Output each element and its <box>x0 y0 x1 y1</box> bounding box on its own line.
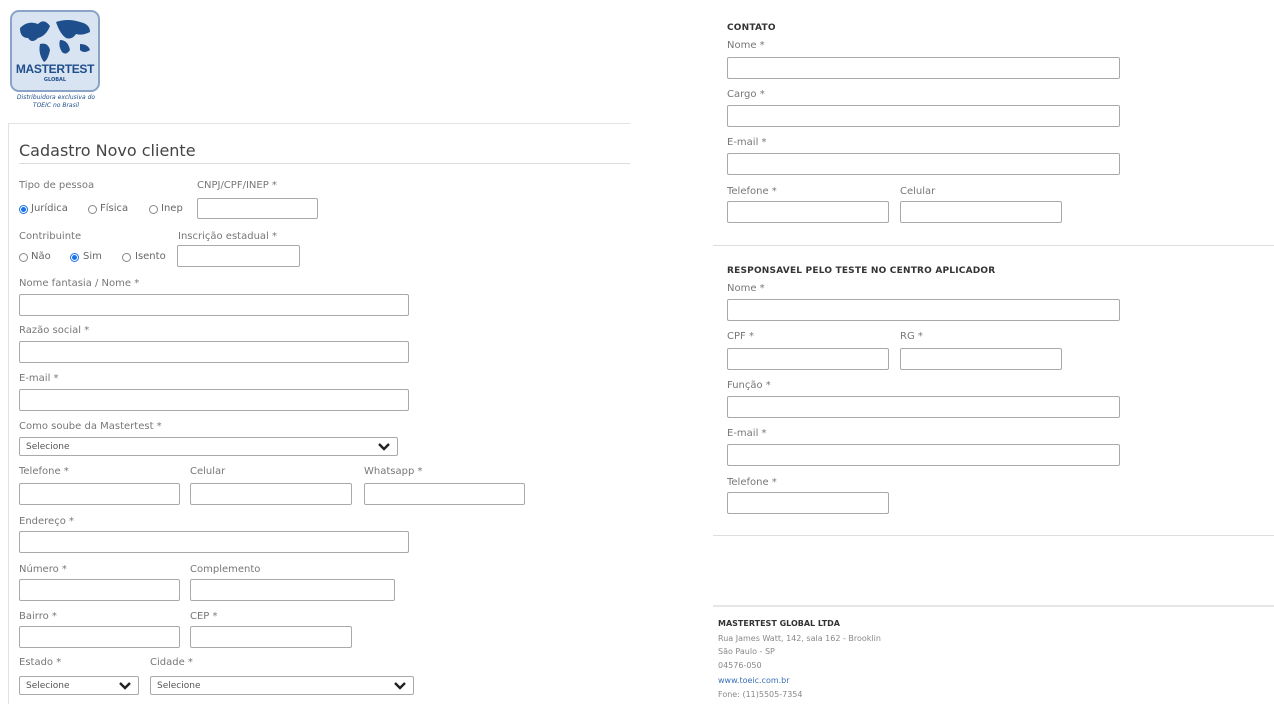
responsavel-nome-input[interactable] <box>727 299 1120 321</box>
estado-label: Estado * <box>19 657 62 668</box>
responsavel-telefone-label: Telefone * <box>727 477 777 488</box>
celular-label: Celular <box>190 466 226 477</box>
cidade-value: Selecione <box>157 681 201 691</box>
whatsapp-input[interactable] <box>364 483 525 505</box>
logo-caption-2: TOEIC no Brasil <box>32 102 80 109</box>
como-soube-select[interactable]: Selecione <box>19 437 398 456</box>
cidade-label: Cidade * <box>150 657 193 668</box>
cpf-label: CPF * <box>727 331 754 342</box>
radio-fisica-label[interactable]: Física <box>100 203 128 214</box>
responsavel-nome-label: Nome * <box>727 283 765 294</box>
logo-brand: MASTERTEST <box>15 62 95 76</box>
responsavel-email-input[interactable] <box>727 444 1120 466</box>
numero-label: Número * <box>19 564 67 575</box>
contato-cargo-label: Cargo * <box>727 89 765 100</box>
como-soube-value: Selecione <box>26 442 70 452</box>
title-divider <box>19 163 630 164</box>
chevron-down-icon <box>378 443 390 451</box>
endereco-input[interactable] <box>19 531 409 553</box>
contato-cargo-input[interactable] <box>727 105 1120 127</box>
contato-nome-input[interactable] <box>727 57 1120 79</box>
rg-label: RG * <box>900 331 923 342</box>
celular-input[interactable] <box>190 483 352 505</box>
section-divider <box>713 535 1274 536</box>
radio-juridica-label[interactable]: Jurídica <box>31 203 68 214</box>
footer-website-link[interactable]: www.toeic.com.br <box>718 676 790 685</box>
footer-zip: 04576-050 <box>718 661 762 670</box>
left-panel-top-border <box>8 123 630 124</box>
bairro-label: Bairro * <box>19 611 57 622</box>
razao-social-input[interactable] <box>19 341 409 363</box>
como-soube-label: Como soube da Mastertest * <box>19 421 162 432</box>
funcao-input[interactable] <box>727 396 1120 418</box>
cidade-select[interactable]: Selecione <box>150 676 414 695</box>
radio-isento[interactable] <box>122 253 131 262</box>
footer-address: Rua James Watt, 142, sala 162 - Brooklin <box>718 634 881 643</box>
contato-celular-input[interactable] <box>900 201 1062 223</box>
radio-inep[interactable] <box>149 205 158 214</box>
contato-heading: CONTATO <box>727 23 776 33</box>
estado-select[interactable]: Selecione <box>19 676 139 695</box>
footer-top-border <box>713 605 1274 607</box>
nome-fantasia-label: Nome fantasia / Nome * <box>19 278 140 289</box>
email-label: E-mail * <box>19 373 59 384</box>
company-logo: MASTERTEST GLOBAL <box>10 10 100 92</box>
contato-telefone-input[interactable] <box>727 201 889 223</box>
contato-email-input[interactable] <box>727 153 1120 175</box>
numero-input[interactable] <box>19 579 180 601</box>
responsavel-heading: RESPONSAVEL PELO TESTE NO CENTRO APLICAD… <box>727 266 996 276</box>
contato-telefone-label: Telefone * <box>727 186 777 197</box>
footer-company: MASTERTEST GLOBAL LTDA <box>718 619 840 628</box>
section-divider <box>713 245 1274 246</box>
contato-celular-label: Celular <box>900 186 936 197</box>
logo-sub: GLOBAL <box>43 77 67 83</box>
footer-phone: Fone: (11)5505-7354 <box>718 690 803 699</box>
radio-inep-label[interactable]: Inep <box>161 203 183 214</box>
telefone-input[interactable] <box>19 483 180 505</box>
inscricao-label: Inscrição estadual * <box>178 231 277 242</box>
page-title: Cadastro Novo cliente <box>19 141 196 160</box>
complemento-input[interactable] <box>190 579 395 601</box>
chevron-down-icon <box>394 682 406 690</box>
radio-nao[interactable] <box>19 253 28 262</box>
cep-label: CEP * <box>190 611 218 622</box>
cnpj-label: CNPJ/CPF/INEP * <box>197 180 277 191</box>
contato-email-label: E-mail * <box>727 137 767 148</box>
cnpj-input[interactable] <box>197 198 318 219</box>
contato-nome-label: Nome * <box>727 40 765 51</box>
inscricao-input[interactable] <box>177 245 300 267</box>
whatsapp-label: Whatsapp * <box>364 466 423 477</box>
cep-input[interactable] <box>190 626 352 648</box>
nome-fantasia-input[interactable] <box>19 294 409 316</box>
contribuinte-label: Contribuinte <box>19 231 82 242</box>
complemento-label: Complemento <box>190 564 261 575</box>
email-input[interactable] <box>19 389 409 411</box>
endereco-label: Endereço * <box>19 516 74 527</box>
responsavel-telefone-input[interactable] <box>727 492 889 514</box>
radio-sim-label[interactable]: Sim <box>83 251 102 262</box>
estado-value: Selecione <box>26 681 70 691</box>
cpf-input[interactable] <box>727 348 889 370</box>
radio-isento-label[interactable]: Isento <box>135 251 166 262</box>
bairro-input[interactable] <box>19 626 180 648</box>
rg-input[interactable] <box>900 348 1062 370</box>
footer-city: São Paulo - SP <box>718 647 775 656</box>
radio-sim[interactable] <box>70 253 79 262</box>
logo-caption-1: Distribuidora exclusiva do <box>16 94 96 101</box>
responsavel-email-label: E-mail * <box>727 428 767 439</box>
tipo-pessoa-label: Tipo de pessoa <box>19 180 95 191</box>
radio-nao-label[interactable]: Não <box>31 251 51 262</box>
radio-fisica[interactable] <box>88 205 97 214</box>
radio-juridica[interactable] <box>19 205 28 214</box>
chevron-down-icon <box>119 682 131 690</box>
left-panel-left-border <box>8 123 9 704</box>
razao-social-label: Razão social * <box>19 325 90 336</box>
telefone-label: Telefone * <box>19 466 69 477</box>
funcao-label: Função * <box>727 380 771 391</box>
